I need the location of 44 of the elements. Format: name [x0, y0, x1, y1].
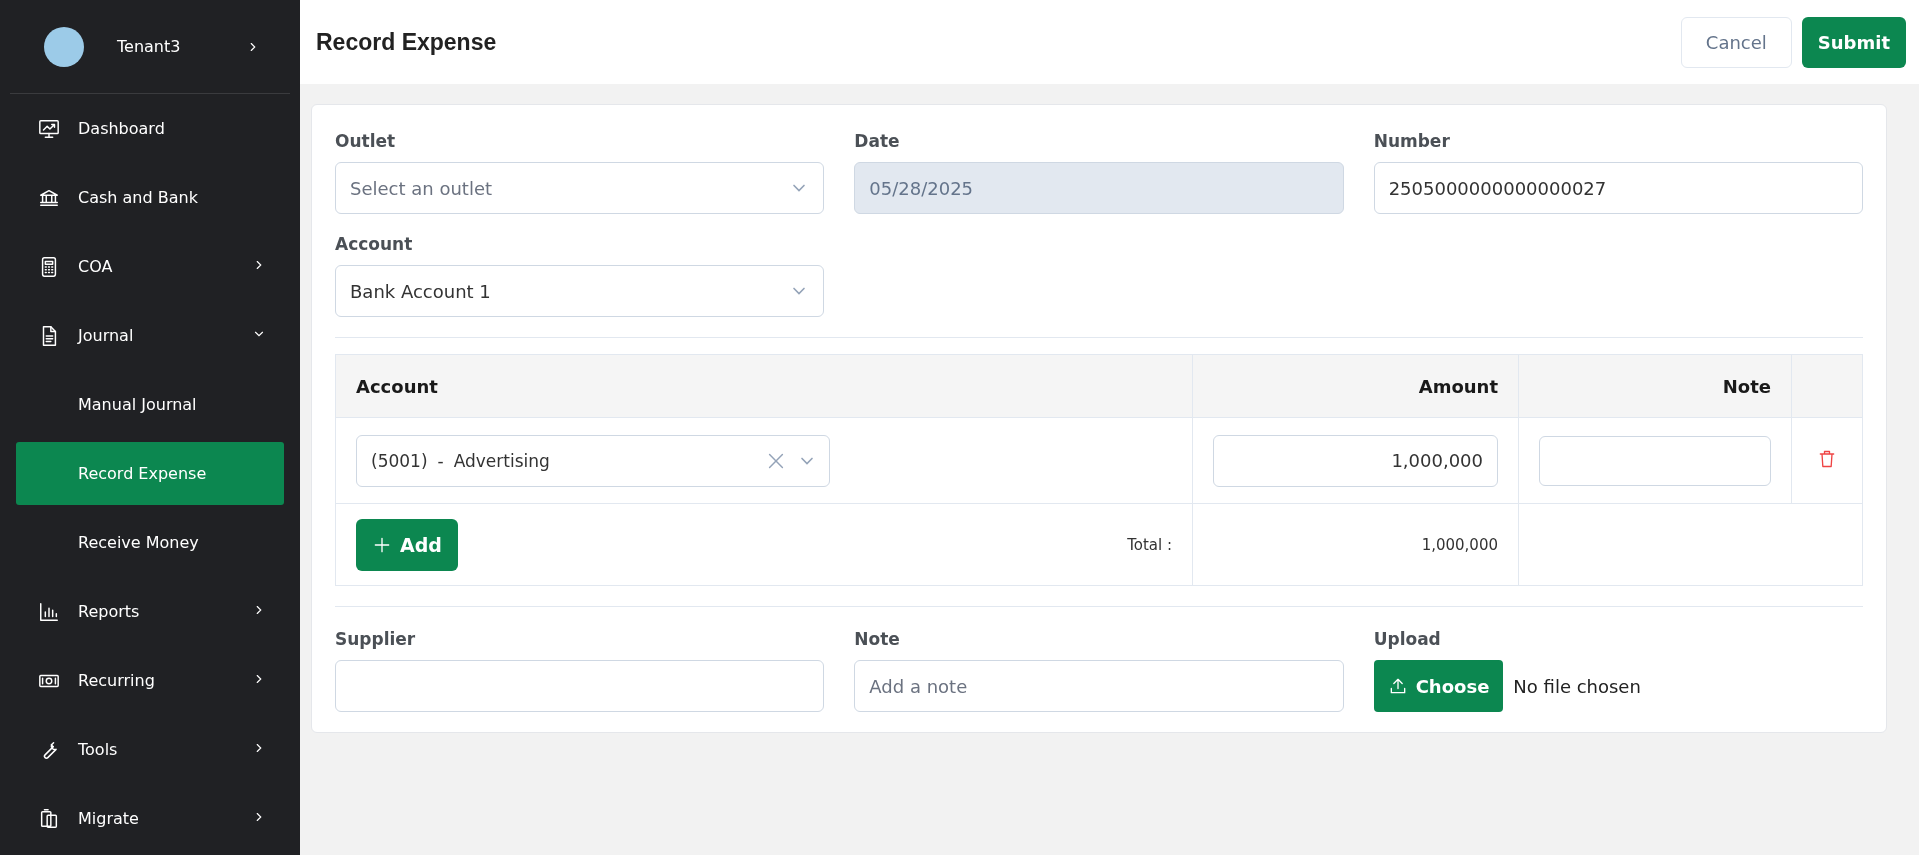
- page-title: Record Expense: [316, 28, 498, 56]
- note-field[interactable]: Add a note: [854, 660, 1344, 712]
- sidebar-item[interactable]: Migrate: [0, 784, 300, 853]
- submit-button[interactable]: Submit: [1801, 16, 1906, 68]
- monitor-chart-icon: [38, 117, 60, 140]
- supplier-field[interactable]: [335, 660, 825, 712]
- account-select[interactable]: Bank Account 1: [335, 265, 825, 317]
- bar-chart-icon: [38, 600, 60, 623]
- sidebar-item[interactable]: Journal: [0, 301, 300, 370]
- sidebar-item[interactable]: Dashboard: [0, 94, 300, 163]
- field-label: Outlet: [335, 131, 397, 151]
- trash-icon: [1817, 448, 1837, 469]
- sidebar-subitem[interactable]: Receive Money: [16, 511, 284, 574]
- note-field[interactable]: [1539, 435, 1771, 486]
- sidebar-subitem[interactable]: Record Expense: [16, 442, 284, 505]
- field-label: Date: [854, 131, 901, 151]
- total-amount: 1,000,000: [1421, 536, 1498, 554]
- sidebar-item[interactable]: Cash and Bank: [0, 163, 300, 232]
- outlet-select[interactable]: Select an outlet: [335, 162, 825, 214]
- add-button[interactable]: Add: [356, 518, 458, 571]
- user-name[interactable]: Tenant3: [117, 37, 246, 56]
- field-label: Supplier: [335, 629, 417, 649]
- field-label: Number: [1373, 131, 1451, 151]
- total-label: Total :: [1127, 535, 1172, 554]
- number-field[interactable]: 2505000000000000027: [1373, 162, 1863, 214]
- sidebar-item[interactable]: Recurring: [0, 646, 300, 715]
- column-header: Amount: [1192, 354, 1519, 418]
- sidebar-item[interactable]: Reports: [0, 577, 300, 646]
- column-header: Account: [335, 354, 1193, 418]
- cancel-button[interactable]: Cancel: [1680, 16, 1792, 68]
- column-header: Note: [1518, 354, 1792, 418]
- account-select[interactable]: (5001) - Advertising: [356, 434, 830, 487]
- sidebar-item[interactable]: COA: [0, 232, 300, 301]
- field-label: Upload: [1373, 629, 1442, 649]
- sidebar-item[interactable]: Tools: [0, 715, 300, 784]
- field-label: Note: [854, 629, 901, 649]
- choose-file-button[interactable]: Choose: [1373, 660, 1504, 712]
- field-label: Account: [335, 234, 414, 254]
- amount-field[interactable]: 1,000,000: [1213, 434, 1498, 487]
- avatar: [44, 26, 84, 67]
- file-status: No file chosen: [1513, 675, 1641, 697]
- clipboard-icon: [38, 807, 60, 830]
- delete-button[interactable]: [1817, 448, 1837, 469]
- sidebar-subitem[interactable]: Manual Journal: [16, 373, 284, 436]
